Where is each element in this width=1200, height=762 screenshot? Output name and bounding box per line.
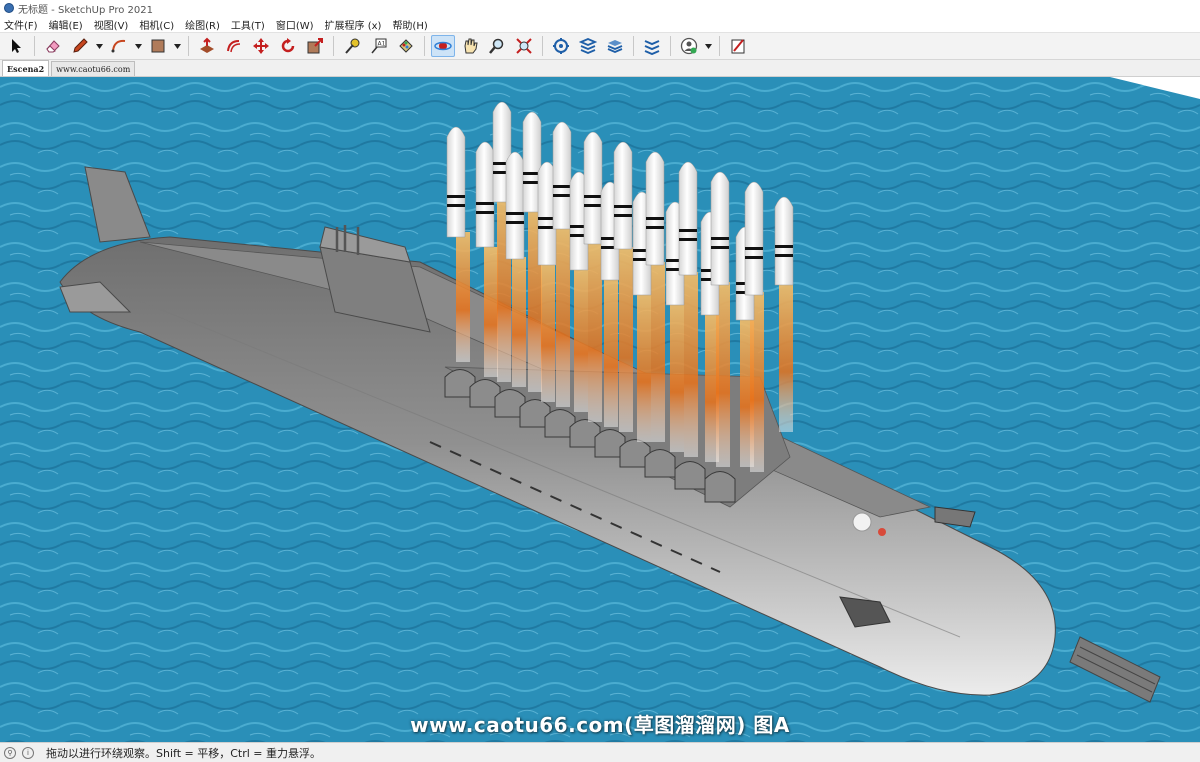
arc-icon (111, 39, 126, 53)
arc-tool-button[interactable] (107, 35, 131, 57)
missile (475, 141, 495, 248)
menu-edit[interactable]: 编辑(E) (49, 17, 83, 32)
trimble-connect-icon (644, 40, 660, 55)
arc-dropdown[interactable] (134, 35, 143, 57)
extension-warehouse-icon (579, 38, 597, 54)
watermark-text: www.caotu66.com(草图溜溜网) 图A (410, 713, 790, 737)
offset-icon (227, 40, 241, 53)
toolbar-separator (424, 36, 425, 56)
missile (774, 196, 794, 286)
pan-tool-button[interactable] (458, 35, 482, 57)
layout-icon (731, 39, 745, 54)
chevron-down-icon (96, 43, 103, 49)
warehouse-button[interactable] (549, 35, 573, 57)
pencil-dropdown[interactable] (95, 35, 104, 57)
chevron-down-icon (135, 43, 142, 49)
missile (710, 171, 730, 286)
menu-tools[interactable]: 工具(T) (231, 17, 265, 32)
layers-icon (607, 40, 623, 53)
layout-button[interactable] (726, 35, 750, 57)
svg-text:A1: A1 (378, 41, 386, 48)
rectangle-icon (151, 39, 165, 53)
menu-draw[interactable]: 绘图(R) (185, 17, 220, 32)
push-pull-tool-button[interactable] (195, 35, 219, 57)
menu-window[interactable]: 窗口(W) (276, 17, 314, 32)
scene-tab-caotu66[interactable]: www.caotu66.com (51, 61, 136, 76)
missile (645, 151, 665, 266)
missile (744, 181, 764, 296)
scene-tabs: Escena2 www.caotu66.com (0, 60, 1200, 77)
tape-measure-icon (345, 38, 360, 54)
submarine-missile-scene (0, 77, 1200, 742)
menu-camera[interactable]: 相机(C) (139, 17, 174, 32)
account-icon (680, 37, 698, 55)
chevron-down-icon (174, 43, 181, 49)
paint-bucket-tool-button[interactable] (394, 35, 418, 57)
toolbar-separator (633, 36, 634, 56)
missile (446, 126, 466, 238)
menu-extensions[interactable]: 扩展程序 (x) (325, 17, 382, 32)
scale-icon (307, 38, 323, 54)
menu-help[interactable]: 帮助(H) (392, 17, 427, 32)
missile (583, 131, 603, 245)
orbit-icon (434, 41, 452, 51)
rectangle-tool-button[interactable] (146, 35, 170, 57)
orbit-tool-button[interactable] (431, 35, 455, 57)
toolbar-separator (34, 36, 35, 56)
rectangle-dropdown[interactable] (173, 35, 182, 57)
scale-tool-button[interactable] (303, 35, 327, 57)
offset-tool-button[interactable] (222, 35, 246, 57)
pan-hand-icon (464, 38, 478, 54)
missile (613, 141, 633, 250)
zoom-icon (489, 38, 504, 54)
move-tool-button[interactable] (249, 35, 273, 57)
menu-file[interactable]: 文件(F) (4, 17, 38, 32)
text-tool-button[interactable]: A1 (367, 35, 391, 57)
tape-measure-tool-button[interactable] (340, 35, 364, 57)
missile (505, 151, 525, 260)
model-viewport[interactable]: www.caotu66.com(草图溜溜网) 图A (0, 77, 1200, 742)
scene-tab-escena2[interactable]: Escena2 (2, 60, 50, 76)
toolbar-separator (188, 36, 189, 56)
rotate-icon (281, 38, 295, 53)
zoom-extents-tool-button[interactable] (512, 35, 536, 57)
account-button[interactable] (677, 35, 701, 57)
missile (552, 121, 572, 230)
toolbar-separator (542, 36, 543, 56)
extension-warehouse-button[interactable] (576, 35, 600, 57)
missile (678, 161, 698, 276)
layers-button[interactable] (603, 35, 627, 57)
zoom-extents-icon (516, 38, 532, 54)
push-pull-icon (200, 37, 214, 53)
status-hint: 拖动以进行环绕观察。Shift = 平移，Ctrl = 重力悬浮。 (46, 746, 321, 760)
account-dropdown[interactable] (704, 35, 713, 57)
select-tool-button[interactable] (4, 35, 28, 57)
pencil-tool-button[interactable] (68, 35, 92, 57)
arrow-cursor-icon (12, 39, 21, 53)
sketchup-app-icon (4, 3, 14, 13)
rotate-tool-button[interactable] (276, 35, 300, 57)
warehouse-icon (553, 38, 569, 54)
main-toolbar: A1 (0, 32, 1200, 60)
chevron-down-icon (705, 43, 712, 49)
eraser-tool-button[interactable] (41, 35, 65, 57)
menu-view[interactable]: 视图(V) (94, 17, 129, 32)
toolbar-separator (719, 36, 720, 56)
zoom-tool-button[interactable] (485, 35, 509, 57)
text-icon: A1 (371, 38, 387, 54)
pencil-icon (73, 38, 88, 53)
menu-bar: 文件(F) 编辑(E) 视图(V) 相机(C) 绘图(R) 工具(T) 窗口(W… (0, 16, 1200, 32)
geo-location-icon[interactable]: ⚲ (4, 746, 16, 759)
toolbar-separator (333, 36, 334, 56)
title-bar: 无标题 - SketchUp Pro 2021 (0, 0, 1200, 16)
window-title: 无标题 - SketchUp Pro 2021 (18, 4, 153, 16)
move-icon (253, 38, 269, 54)
toolbar-separator (670, 36, 671, 56)
paint-bucket-icon (399, 39, 413, 53)
status-bar: ⚲ i 拖动以进行环绕观察。Shift = 平移，Ctrl = 重力悬浮。 (0, 742, 1200, 762)
eraser-icon (46, 40, 60, 53)
info-icon[interactable]: i (22, 746, 34, 759)
trimble-connect-button[interactable] (640, 35, 664, 57)
